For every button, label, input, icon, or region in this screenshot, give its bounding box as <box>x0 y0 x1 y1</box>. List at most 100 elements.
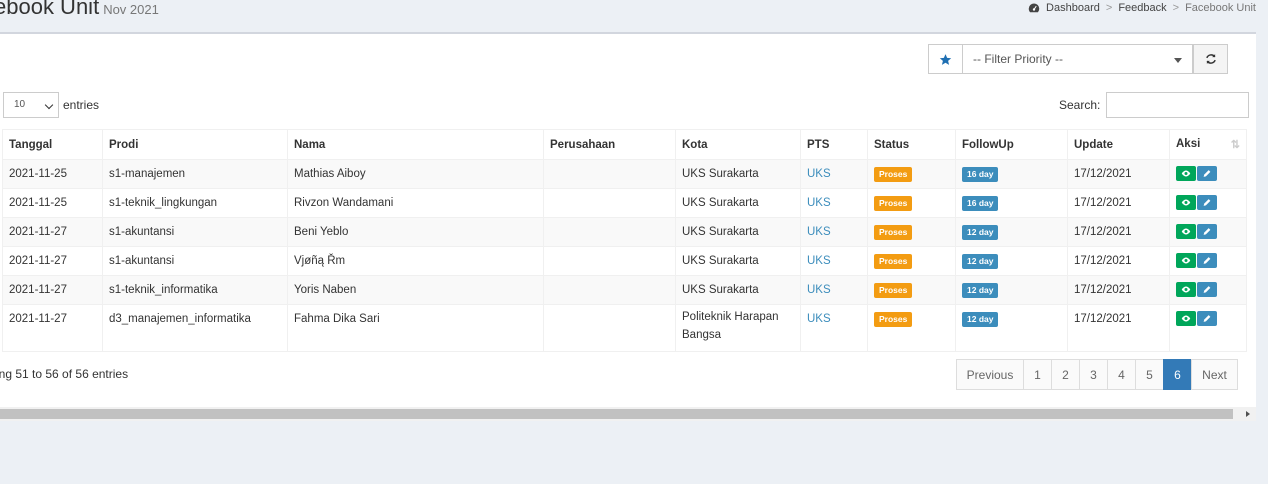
view-button[interactable] <box>1176 224 1196 239</box>
cell-kota: UKS Surakarta <box>675 217 801 247</box>
entries-length-control: 10 entries <box>3 92 99 118</box>
cell-pts: UKS <box>800 159 868 189</box>
pts-link[interactable]: UKS <box>807 255 831 267</box>
cell-followup: 12 day <box>955 217 1068 247</box>
pagination-page-3[interactable]: 3 <box>1079 359 1108 390</box>
table-header-row: Tanggal Prodi Nama Perusahaan Kota PTS S… <box>2 129 1247 160</box>
view-button[interactable] <box>1176 282 1196 297</box>
entries-label: entries <box>63 98 100 112</box>
view-button[interactable] <box>1176 253 1196 268</box>
cell-update: 17/12/2021 <box>1067 159 1170 189</box>
status-badge: Proses <box>874 167 913 182</box>
cell-aksi <box>1169 275 1247 305</box>
pagination-previous[interactable]: Previous <box>956 359 1024 390</box>
pts-link[interactable]: UKS <box>807 168 831 180</box>
cell-tanggal: 2021-11-25 <box>2 159 103 189</box>
table-row: 2021-11-25 s1-manajemen Mathias Aiboy UKS S… <box>2 159 1247 189</box>
cell-status: Proses <box>867 275 956 305</box>
cell-update: 17/12/2021 <box>1067 246 1170 276</box>
cell-nama: Vjøñą Řm <box>287 246 544 276</box>
pagination-page-5[interactable]: 5 <box>1135 359 1164 390</box>
edit-button[interactable] <box>1197 282 1217 297</box>
dropdown-caret-icon <box>1174 58 1182 63</box>
cell-tanggal: 2021-11-27 <box>2 217 103 247</box>
cell-prodi: s1-teknik_informatika <box>102 275 288 305</box>
cell-prodi: s1-manajemen <box>102 159 288 189</box>
entries-length-select[interactable]: 10 <box>3 92 59 118</box>
status-badge: Proses <box>874 283 913 298</box>
priority-filter-select[interactable]: -- Filter Priority -- <box>963 44 1193 74</box>
edit-button[interactable] <box>1197 311 1217 326</box>
horizontal-scrollbar[interactable] <box>0 407 1256 421</box>
breadcrumb-dashboard[interactable]: Dashboard <box>1046 2 1100 14</box>
status-badge: Proses <box>874 254 913 269</box>
refresh-button[interactable] <box>1193 44 1228 74</box>
cell-perusahaan <box>543 188 676 218</box>
cell-status: Proses <box>867 304 956 352</box>
edit-button[interactable] <box>1197 166 1217 181</box>
breadcrumb: Dashboard > Feedback > Facebook Unit <box>1028 2 1256 14</box>
pts-link[interactable]: UKS <box>807 313 831 325</box>
breadcrumb-feedback[interactable]: Feedback <box>1118 2 1166 14</box>
cell-aksi <box>1169 304 1247 352</box>
cell-status: Proses <box>867 159 956 189</box>
edit-button[interactable] <box>1197 195 1217 210</box>
table-row: 2021-11-27 s1-akuntansi Beni Yeblo UKS Sura… <box>2 217 1247 247</box>
cell-pts: UKS <box>800 275 868 305</box>
column-header-perusahaan[interactable]: Perusahaan <box>543 129 676 160</box>
column-header-status[interactable]: Status <box>867 129 956 160</box>
cell-update: 17/12/2021 <box>1067 275 1170 305</box>
table-row: 2021-11-27 s1-akuntansi Vjøñą Řm UKS Suraka… <box>2 246 1247 276</box>
followup-badge: 12 day <box>962 312 999 327</box>
pagination-next[interactable]: Next <box>1191 359 1238 390</box>
cell-pts: UKS <box>800 304 868 352</box>
column-header-followup[interactable]: FollowUp <box>955 129 1068 160</box>
cell-perusahaan <box>543 304 676 352</box>
edit-button[interactable] <box>1197 224 1217 239</box>
pagination-page-4[interactable]: 4 <box>1107 359 1136 390</box>
cell-nama: Rivzon Wandamani <box>287 188 544 218</box>
pagination-page-6[interactable]: 6 <box>1163 359 1192 390</box>
cell-followup: 12 day <box>955 275 1068 305</box>
followup-badge: 16 day <box>962 196 999 211</box>
view-button[interactable] <box>1176 311 1196 326</box>
followup-badge: 12 day <box>962 225 999 240</box>
cell-aksi <box>1169 188 1247 218</box>
column-header-nama[interactable]: Nama <box>287 129 544 160</box>
column-header-update[interactable]: Update <box>1067 129 1170 160</box>
pagination-page-2[interactable]: 2 <box>1051 359 1080 390</box>
column-header-prodi[interactable]: Prodi <box>102 129 288 160</box>
page-subtitle: Nov 2021 <box>103 2 159 17</box>
cell-update: 17/12/2021 <box>1067 304 1170 352</box>
cell-prodi: s1-teknik_lingkungan <box>102 188 288 218</box>
table-row: 2021-11-27 d3_manajemen_informatika Fahma … <box>2 304 1247 352</box>
cell-nama: Fahma Dika Sari <box>287 304 544 352</box>
cell-aksi <box>1169 246 1247 276</box>
edit-button[interactable] <box>1197 253 1217 268</box>
column-header-kota[interactable]: Kota <box>675 129 801 160</box>
column-header-aksi[interactable]: Aksi ⇅ <box>1169 129 1247 160</box>
cell-tanggal: 2021-11-27 <box>2 246 103 276</box>
followup-badge: 16 day <box>962 167 999 182</box>
view-button[interactable] <box>1176 195 1196 210</box>
scroll-right-icon[interactable] <box>1246 411 1250 417</box>
cell-prodi: d3_manajemen_informatika <box>102 304 288 352</box>
view-button[interactable] <box>1176 166 1196 181</box>
column-header-pts[interactable]: PTS <box>800 129 868 160</box>
cell-kota: UKS Surakarta <box>675 275 801 305</box>
cell-followup: 16 day <box>955 188 1068 218</box>
pagination-page-1[interactable]: 1 <box>1023 359 1052 390</box>
cell-tanggal: 2021-11-27 <box>2 275 103 305</box>
cell-kota: Politeknik Harapan Bangsa <box>675 304 801 352</box>
pts-link[interactable]: UKS <box>807 197 831 209</box>
entries-length-value: 10 <box>14 99 26 110</box>
cell-kota: UKS Surakarta <box>675 246 801 276</box>
pts-link[interactable]: UKS <box>807 284 831 296</box>
scrollbar-thumb[interactable] <box>0 409 1233 419</box>
pts-link[interactable]: UKS <box>807 226 831 238</box>
search-input[interactable] <box>1106 92 1250 118</box>
column-header-tanggal[interactable]: Tanggal <box>2 129 103 160</box>
chevron-down-icon <box>44 100 54 110</box>
cell-nama: Mathias Aiboy <box>287 159 544 189</box>
cell-status: Proses <box>867 188 956 218</box>
